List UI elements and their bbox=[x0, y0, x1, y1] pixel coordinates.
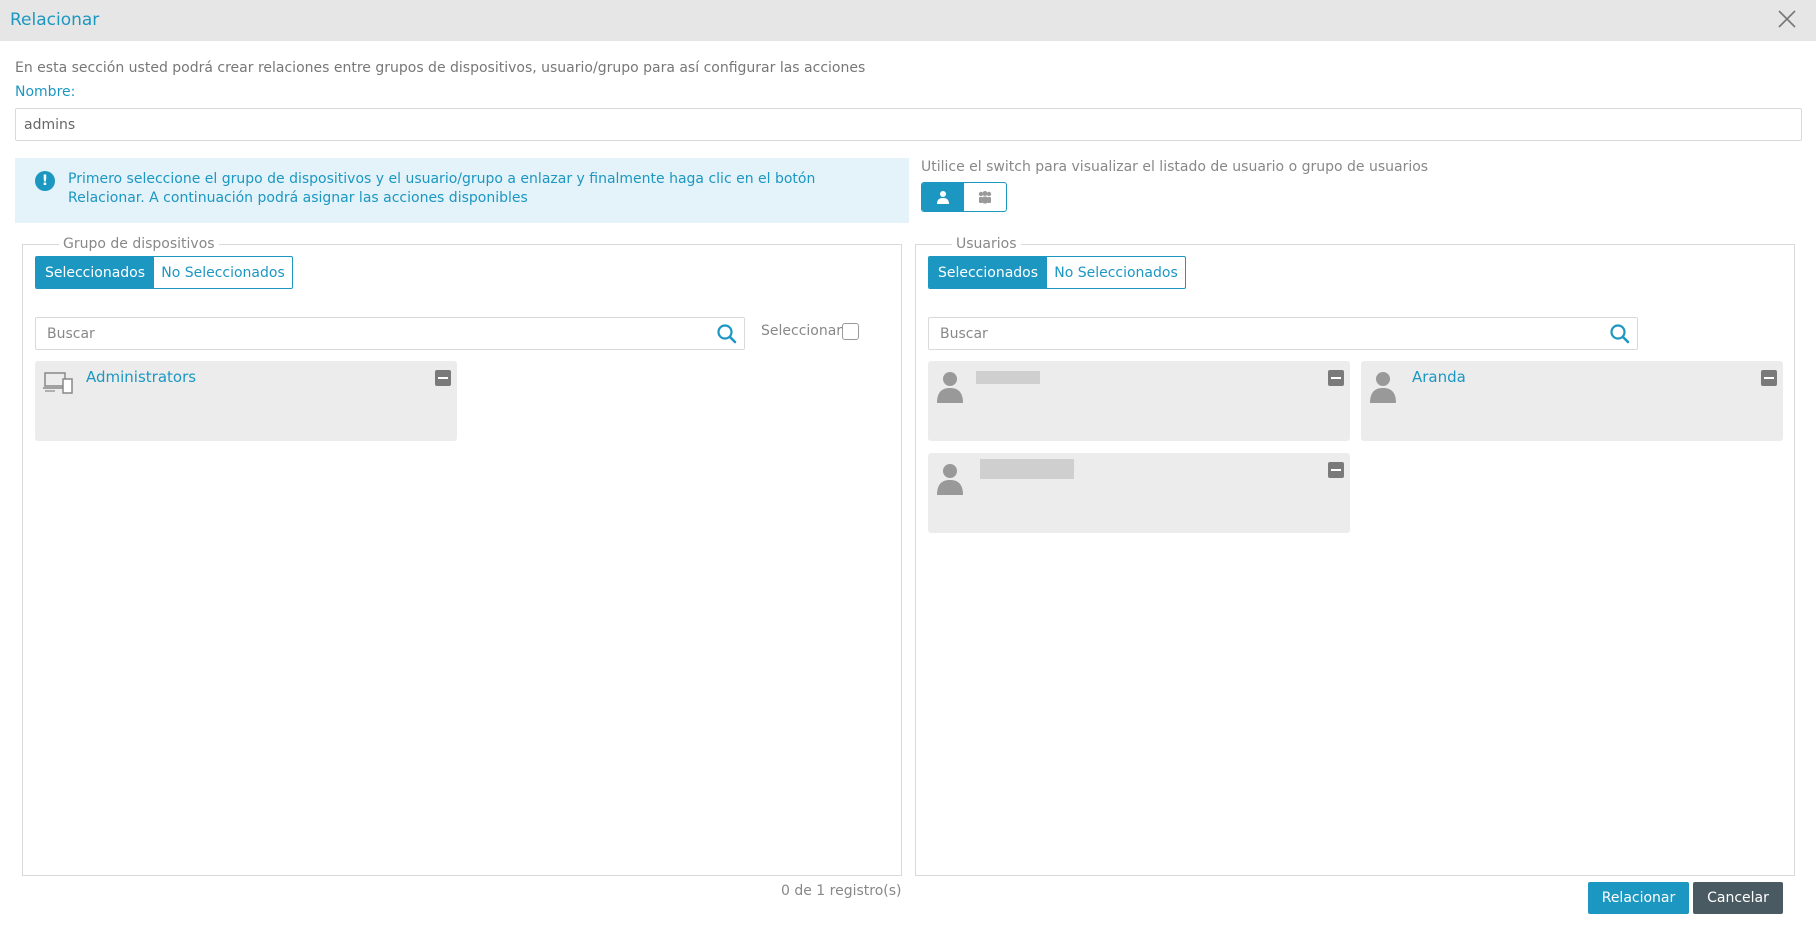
search-icon[interactable] bbox=[1609, 323, 1631, 345]
select-all-checkbox[interactable] bbox=[842, 323, 859, 340]
devices-icon bbox=[43, 372, 73, 394]
info-text: Primero seleccione el grupo de dispositi… bbox=[68, 171, 816, 206]
remove-button[interactable] bbox=[1761, 370, 1777, 386]
remove-button[interactable] bbox=[1328, 462, 1344, 478]
device-group-tabs: Seleccionados No Seleccionados bbox=[35, 256, 293, 289]
device-group-card[interactable]: Administrators bbox=[35, 361, 457, 441]
device-group-legend: Grupo de dispositivos bbox=[63, 236, 215, 252]
tab-not-selected-users[interactable]: No Seleccionados bbox=[1047, 257, 1185, 288]
switch-users-button[interactable] bbox=[922, 183, 964, 211]
user-group-switch[interactable] bbox=[921, 182, 1007, 212]
user-card[interactable] bbox=[928, 453, 1350, 533]
device-search-input[interactable] bbox=[36, 318, 744, 349]
close-icon[interactable] bbox=[1776, 8, 1798, 30]
switch-groups-button[interactable] bbox=[964, 183, 1006, 211]
user-name[interactable]: Aranda bbox=[1412, 368, 1466, 386]
user-card[interactable]: Aranda bbox=[1361, 361, 1783, 441]
tab-selected-devices[interactable]: Seleccionados bbox=[36, 257, 154, 288]
intro-text: En esta sección usted podrá crear relaci… bbox=[15, 60, 866, 76]
dialog-titlebar: Relacionar bbox=[0, 0, 1816, 41]
select-all-label: Seleccionar bbox=[761, 323, 843, 339]
redacted-name bbox=[980, 459, 1074, 479]
cancel-button[interactable]: Cancelar bbox=[1693, 882, 1783, 914]
device-group-name[interactable]: Administrators bbox=[86, 368, 196, 386]
remove-button[interactable] bbox=[435, 370, 451, 386]
search-icon[interactable] bbox=[716, 323, 738, 345]
record-count: 0 de 1 registro(s) bbox=[781, 883, 902, 899]
user-search-input[interactable] bbox=[929, 318, 1637, 349]
tab-not-selected-devices[interactable]: No Seleccionados bbox=[154, 257, 292, 288]
user-group-icon bbox=[978, 191, 992, 204]
info-icon: ! bbox=[35, 171, 55, 191]
tab-selected-users[interactable]: Seleccionados bbox=[929, 257, 1047, 288]
user-icon bbox=[1370, 372, 1396, 403]
user-icon bbox=[937, 464, 963, 495]
user-icon bbox=[937, 372, 963, 403]
dialog-title: Relacionar bbox=[10, 10, 100, 30]
relate-button[interactable]: Relacionar bbox=[1588, 882, 1689, 914]
name-label: Nombre: bbox=[15, 84, 76, 100]
remove-button[interactable] bbox=[1328, 370, 1344, 386]
name-field[interactable] bbox=[15, 108, 1802, 141]
device-search bbox=[35, 317, 745, 350]
info-banner: ! Primero seleccione el grupo de disposi… bbox=[15, 158, 909, 223]
redacted-name bbox=[976, 371, 1040, 384]
switch-hint: Utilice el switch para visualizar el lis… bbox=[921, 159, 1429, 175]
user-search bbox=[928, 317, 1638, 350]
user-icon bbox=[937, 191, 949, 204]
users-legend: Usuarios bbox=[956, 236, 1017, 252]
user-card[interactable] bbox=[928, 361, 1350, 441]
users-tabs: Seleccionados No Seleccionados bbox=[928, 256, 1186, 289]
